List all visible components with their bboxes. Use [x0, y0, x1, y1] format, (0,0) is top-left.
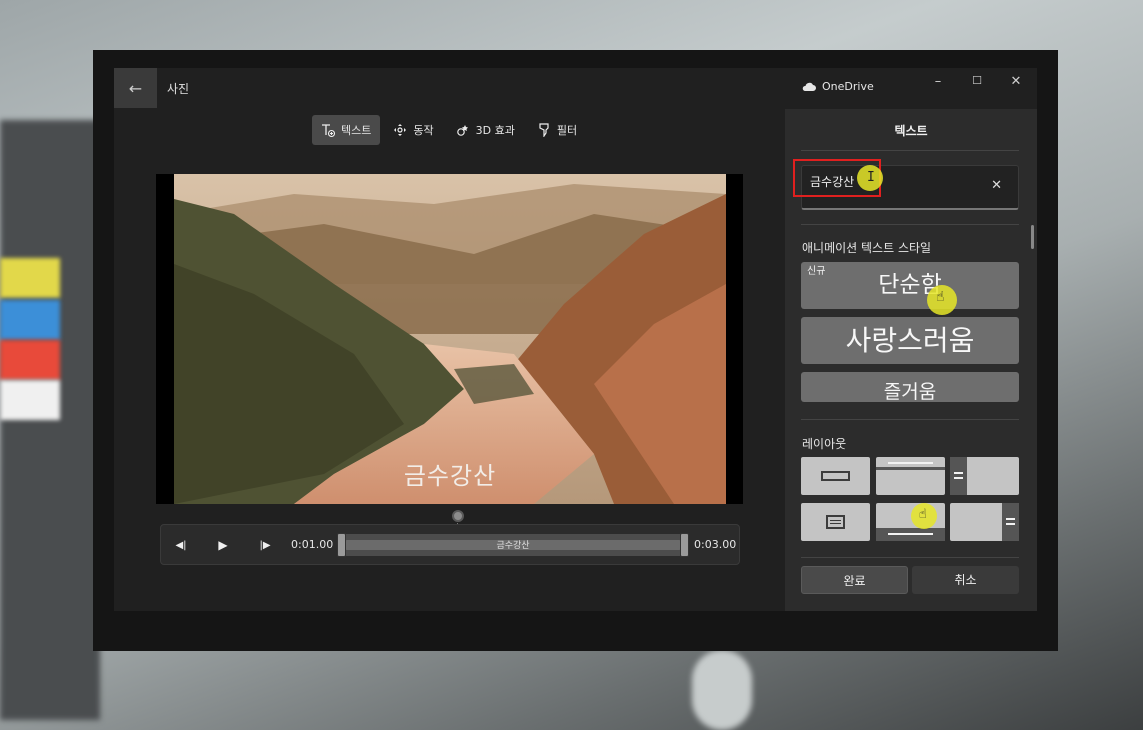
- layout-left-bar[interactable]: [950, 457, 1019, 495]
- next-frame-button[interactable]: |▶: [255, 535, 275, 555]
- tab-text-label: 텍스트: [341, 124, 372, 137]
- layout-glyph: [830, 520, 841, 521]
- text-panel: 텍스트 ✕ I 애니메이션 텍스트 스타일 신규 단순함 ☝ 사랑스러움 즐거움…: [785, 109, 1037, 611]
- layout-glyph: [830, 523, 841, 524]
- layout-glyph: [950, 457, 967, 495]
- landscape-illustration: [174, 174, 726, 504]
- animation-style-heading: 애니메이션 텍스트 스타일: [802, 241, 932, 255]
- tab-motion-label: 동작: [413, 124, 434, 137]
- divider: [801, 224, 1019, 225]
- clear-text-button[interactable]: ✕: [991, 178, 1002, 193]
- layout-top-line[interactable]: [876, 457, 945, 495]
- layout-glyph: [1006, 523, 1015, 525]
- style-card-joyful[interactable]: 즐거움: [801, 372, 1019, 402]
- trim-end-handle[interactable]: [680, 533, 689, 557]
- layout-glyph: [888, 462, 933, 464]
- panel-scrollbar[interactable]: [1031, 225, 1034, 249]
- minimize-button[interactable]: –: [928, 74, 948, 89]
- layout-right-bar[interactable]: [950, 503, 1019, 541]
- preview-caption: 금수강산: [403, 462, 497, 490]
- app-title: 사진: [167, 82, 190, 96]
- layout-glyph: [954, 477, 963, 479]
- desktop-background-stripe: [0, 300, 60, 340]
- divider: [801, 419, 1019, 420]
- maximize-button[interactable]: ☐: [967, 74, 987, 87]
- play-icon: ▶: [218, 538, 228, 552]
- video-preview[interactable]: 금수강산: [156, 174, 743, 504]
- previous-frame-button[interactable]: ◀|: [171, 535, 191, 555]
- playhead-knob[interactable]: [452, 510, 464, 522]
- style-card-label: 즐거움: [883, 381, 937, 402]
- done-button[interactable]: 완료: [801, 566, 908, 594]
- desktop-background-stripe: [0, 340, 60, 380]
- style-card-simple[interactable]: 신규 단순함: [801, 262, 1019, 309]
- back-button[interactable]: ←: [114, 68, 157, 108]
- layout-heading: 레이아웃: [802, 437, 847, 451]
- tab-motion[interactable]: 동작: [384, 115, 442, 145]
- text-cursor-icon: I: [867, 170, 875, 185]
- filter-icon: [539, 123, 549, 137]
- next-frame-icon: |▶: [259, 539, 271, 551]
- onedrive-status[interactable]: OneDrive: [802, 80, 874, 93]
- back-arrow-icon: ←: [128, 78, 143, 98]
- onedrive-label: OneDrive: [822, 80, 874, 93]
- clip-label: 금수강산: [496, 541, 530, 551]
- desktop-background-lens: [692, 650, 752, 730]
- layout-glyph: [954, 472, 963, 474]
- desktop-background: [0, 120, 100, 720]
- text-add-icon: [322, 124, 335, 137]
- layout-glyph: [1006, 518, 1015, 520]
- style-card-label: 사랑스러움: [845, 324, 975, 357]
- new-badge: 신규: [807, 266, 826, 277]
- tab-filter[interactable]: 필터: [528, 115, 586, 145]
- tab-3d-effects-label: 3D 효과: [475, 124, 515, 137]
- tab-3d-effects[interactable]: 3D 효과: [447, 115, 524, 145]
- divider: [801, 150, 1019, 151]
- start-time: 0:01.00: [291, 538, 334, 551]
- motion-icon: [394, 124, 407, 136]
- panel-title: 텍스트: [894, 124, 928, 138]
- end-time: 0:03.00: [694, 538, 737, 551]
- desktop-background-stripe: [0, 258, 60, 298]
- layout-center-box[interactable]: [801, 457, 870, 495]
- tab-text[interactable]: 텍스트: [312, 115, 381, 145]
- cloud-icon: [802, 82, 816, 91]
- close-window-button[interactable]: ✕: [1006, 74, 1026, 89]
- previous-frame-icon: ◀|: [175, 539, 187, 551]
- layout-glyph: [821, 471, 850, 481]
- hand-cursor-icon: ☝: [919, 507, 927, 522]
- desktop-background-stripe: [0, 380, 60, 420]
- divider: [801, 557, 1019, 558]
- cancel-button[interactable]: 취소: [912, 566, 1019, 594]
- landscape-photo: 금수강산: [174, 174, 726, 504]
- layout-center-small[interactable]: [801, 503, 870, 541]
- tab-filter-label: 필터: [556, 124, 578, 137]
- clip-track[interactable]: 금수강산: [337, 533, 689, 557]
- layout-glyph: [826, 515, 845, 529]
- style-card-lovely[interactable]: 사랑스러움: [801, 317, 1019, 364]
- edit-toolbar: 텍스트 동작 3D 효과 필터: [312, 115, 586, 145]
- layout-glyph: [888, 533, 933, 535]
- hand-cursor-icon: ☝: [936, 289, 945, 305]
- layout-glyph: [876, 467, 945, 470]
- layout-glyph: [1002, 503, 1019, 541]
- trim-start-handle[interactable]: [337, 533, 346, 557]
- photos-app-window: ← 사진 OneDrive – ☐ ✕ 텍스트 동작 3D 효과 필터 금수강산…: [114, 68, 1037, 611]
- play-button[interactable]: ▶: [213, 535, 233, 555]
- timeline-bar: ◀| ▶ |▶ 0:01.00 금수강산 0:03.00: [160, 524, 740, 565]
- 3d-effects-icon: [456, 125, 468, 136]
